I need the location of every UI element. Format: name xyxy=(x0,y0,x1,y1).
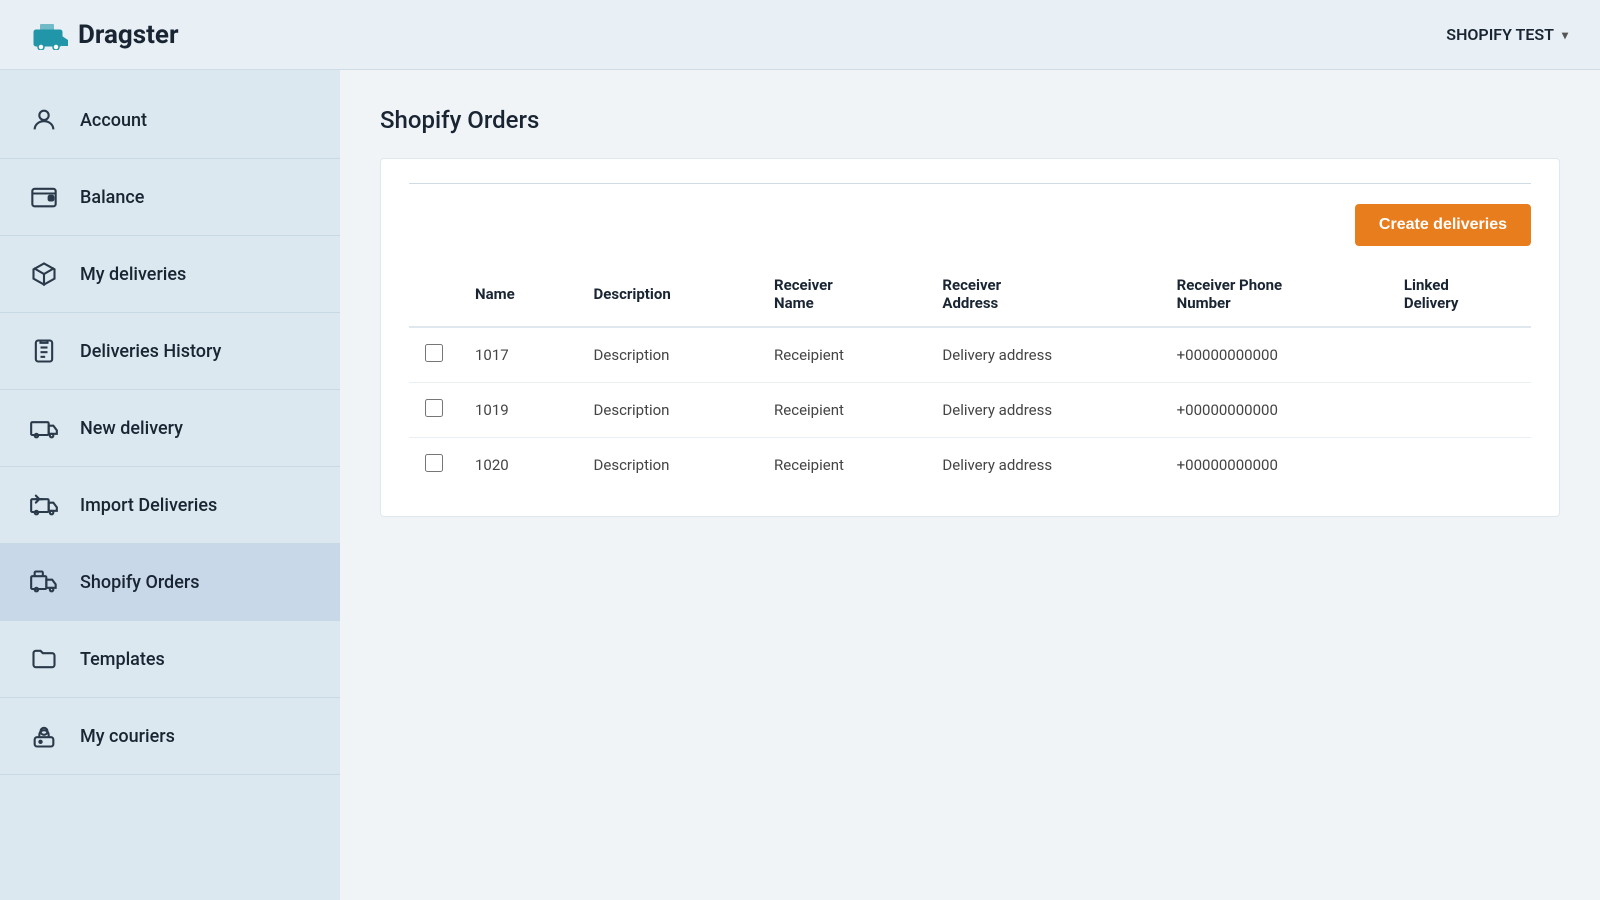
cell-receiver-name: Receipient xyxy=(758,327,926,383)
cell-phone: +00000000000 xyxy=(1161,383,1388,438)
sidebar: Account Balance My deliveries Deliveries… xyxy=(0,70,340,900)
cell-phone: +00000000000 xyxy=(1161,438,1388,493)
table-header: Name Description ReceiverName ReceiverAd… xyxy=(409,266,1531,327)
row-checkbox[interactable] xyxy=(425,399,443,417)
cell-name: 1019 xyxy=(459,383,578,438)
folder-icon xyxy=(28,643,60,675)
header: Dragster SHOPIFY TEST ▾ xyxy=(0,0,1600,70)
cell-receiver-name: Receipient xyxy=(758,383,926,438)
logo-text: Dragster xyxy=(78,20,178,50)
sidebar-item-balance[interactable]: Balance xyxy=(0,159,340,236)
cell-linked xyxy=(1388,438,1531,493)
card-toolbar: Create deliveries xyxy=(409,204,1531,246)
row-checkbox-cell xyxy=(409,438,459,493)
sidebar-item-label: Shopify Orders xyxy=(80,572,199,593)
truck-icon xyxy=(28,412,60,444)
sidebar-item-label: My couriers xyxy=(80,726,175,747)
create-deliveries-button[interactable]: Create deliveries xyxy=(1355,204,1531,246)
col-phone: Receiver PhoneNumber xyxy=(1161,266,1388,327)
cell-description: Description xyxy=(578,327,759,383)
sidebar-item-label: New delivery xyxy=(80,418,183,439)
page-title: Shopify Orders xyxy=(380,106,1560,134)
cell-receiver-address: Delivery address xyxy=(926,327,1160,383)
sidebar-item-label: Account xyxy=(80,110,147,131)
cell-linked xyxy=(1388,383,1531,438)
col-receiver-address: ReceiverAddress xyxy=(926,266,1160,327)
card-divider xyxy=(409,183,1531,184)
clipboard-icon xyxy=(28,335,60,367)
checkbox-col-header xyxy=(409,266,459,327)
row-checkbox[interactable] xyxy=(425,344,443,362)
sidebar-item-label: My deliveries xyxy=(80,264,186,285)
user-icon xyxy=(28,104,60,136)
cell-description: Description xyxy=(578,438,759,493)
row-checkbox-cell xyxy=(409,383,459,438)
row-checkbox[interactable] xyxy=(425,454,443,472)
chevron-down-icon: ▾ xyxy=(1562,28,1568,42)
sidebar-item-deliveries-history[interactable]: Deliveries History xyxy=(0,313,340,390)
sidebar-item-label: Templates xyxy=(80,649,165,670)
sidebar-item-label: Import Deliveries xyxy=(80,495,217,516)
col-linked-delivery: LinkedDelivery xyxy=(1388,266,1531,327)
table-row: 1019 Description Receipient Delivery add… xyxy=(409,383,1531,438)
cell-name: 1020 xyxy=(459,438,578,493)
orders-table: Name Description ReceiverName ReceiverAd… xyxy=(409,266,1531,492)
table-body: 1017 Description Receipient Delivery add… xyxy=(409,327,1531,492)
orders-card: Create deliveries Name Description Recei… xyxy=(380,158,1560,517)
col-receiver-name: ReceiverName xyxy=(758,266,926,327)
row-checkbox-cell xyxy=(409,327,459,383)
sidebar-item-account[interactable]: Account xyxy=(0,82,340,159)
truck-import-icon xyxy=(28,489,60,521)
sidebar-item-my-couriers[interactable]: My couriers xyxy=(0,698,340,775)
cell-linked xyxy=(1388,327,1531,383)
col-name: Name xyxy=(459,266,578,327)
table-row: 1020 Description Receipient Delivery add… xyxy=(409,438,1531,493)
logo: Dragster xyxy=(32,20,178,50)
shopify-truck-icon xyxy=(28,566,60,598)
cell-name: 1017 xyxy=(459,327,578,383)
sidebar-item-templates[interactable]: Templates xyxy=(0,621,340,698)
cell-phone: +00000000000 xyxy=(1161,327,1388,383)
main-content: Shopify Orders Create deliveries Name De… xyxy=(340,70,1600,900)
cell-receiver-address: Delivery address xyxy=(926,438,1160,493)
logo-icon xyxy=(32,20,68,50)
sidebar-item-shopify-orders[interactable]: Shopify Orders xyxy=(0,544,340,621)
col-description: Description xyxy=(578,266,759,327)
cell-receiver-address: Delivery address xyxy=(926,383,1160,438)
table-row: 1017 Description Receipient Delivery add… xyxy=(409,327,1531,383)
box-icon xyxy=(28,258,60,290)
sidebar-item-import-deliveries[interactable]: Import Deliveries xyxy=(0,467,340,544)
sidebar-item-label: Balance xyxy=(80,187,144,208)
cell-receiver-name: Receipient xyxy=(758,438,926,493)
sidebar-item-new-delivery[interactable]: New delivery xyxy=(0,390,340,467)
cell-description: Description xyxy=(578,383,759,438)
courier-icon xyxy=(28,720,60,752)
account-name: SHOPIFY TEST xyxy=(1446,25,1554,44)
wallet-icon xyxy=(28,181,60,213)
sidebar-item-my-deliveries[interactable]: My deliveries xyxy=(0,236,340,313)
layout: Account Balance My deliveries Deliveries… xyxy=(0,70,1600,900)
sidebar-item-label: Deliveries History xyxy=(80,341,221,362)
account-menu[interactable]: SHOPIFY TEST ▾ xyxy=(1446,25,1568,44)
